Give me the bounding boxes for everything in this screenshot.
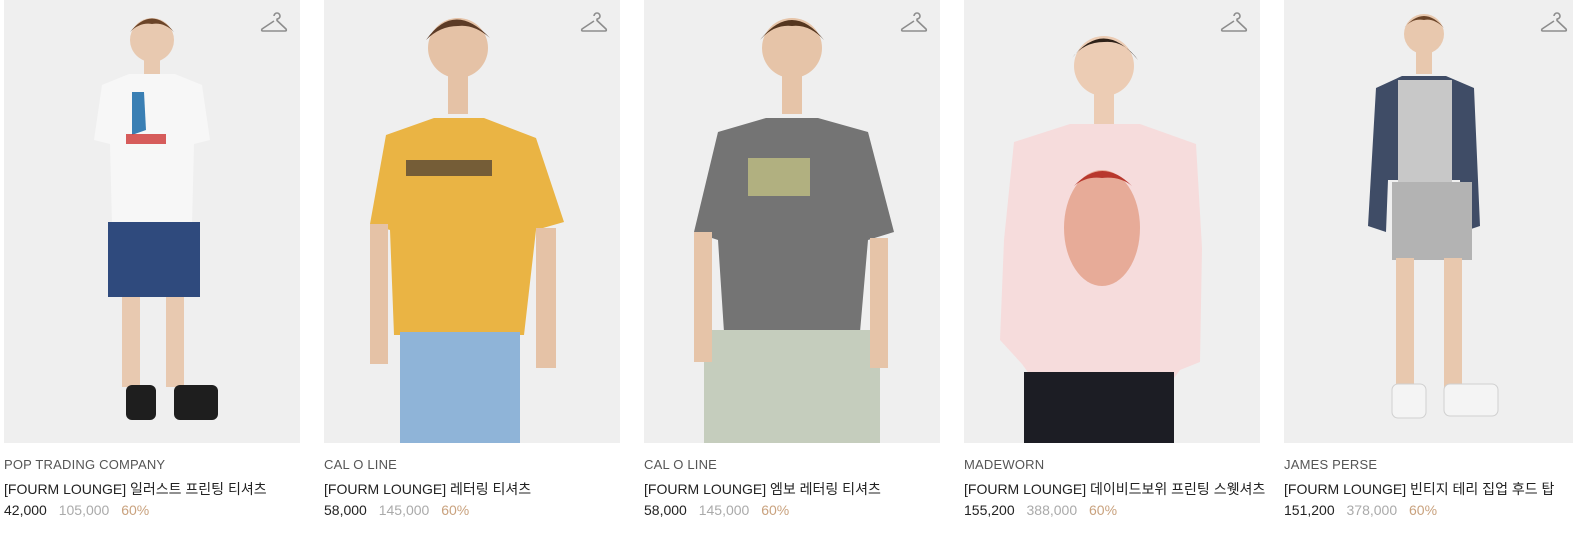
product-title[interactable]: [FOURM LOUNGE] 빈티지 테리 집업 후드 탑 [1284,479,1554,499]
hanger-icon[interactable] [260,12,288,36]
original-price: 145,000 [378,502,430,518]
product-image[interactable] [324,0,620,443]
product-card[interactable]: MADEWORN [FOURM LOUNGE] 데이비드보위 프린팅 스웻셔츠 … [964,0,1265,534]
product-brand: CAL O LINE [644,457,718,472]
product-brand: JAMES PERSE [1284,457,1378,472]
hanger-icon[interactable] [1220,12,1248,36]
product-brand: MADEWORN [964,457,1045,472]
original-price: 388,000 [1026,502,1078,518]
sale-price: 155,200 [964,502,1015,518]
product-brand: CAL O LINE [324,457,398,472]
original-price: 105,000 [58,502,110,518]
product-title[interactable]: [FOURM LOUNGE] 데이비드보위 프린팅 스웻셔츠 [964,479,1265,499]
price-row: 58,000 145,000 60% [644,502,789,518]
sale-price: 58,000 [324,502,367,518]
sale-price: 42,000 [4,502,47,518]
price-row: 151,200 378,000 60% [1284,502,1437,518]
product-photo [324,0,620,443]
hanger-icon[interactable] [580,12,608,36]
product-brand: POP TRADING COMPANY [4,457,166,472]
discount-rate: 60% [441,502,470,518]
original-price: 378,000 [1346,502,1398,518]
price-row: 58,000 145,000 60% [324,502,469,518]
product-photo [964,0,1260,443]
original-price: 145,000 [698,502,750,518]
product-image[interactable] [4,0,300,443]
product-card[interactable]: JAMES PERSE [FOURM LOUNGE] 빈티지 테리 집업 후드 … [1284,0,1573,534]
price-row: 155,200 388,000 60% [964,502,1117,518]
discount-rate: 60% [761,502,790,518]
product-title[interactable]: [FOURM LOUNGE] 레터링 티셔츠 [324,479,531,499]
sale-price: 151,200 [1284,502,1335,518]
hanger-icon[interactable] [1540,12,1568,36]
product-image[interactable] [964,0,1260,443]
product-image[interactable] [1284,0,1573,443]
discount-rate: 60% [1089,502,1118,518]
sale-price: 58,000 [644,502,687,518]
product-grid: POP TRADING COMPANY [FOURM LOUNGE] 일러스트 … [0,0,1573,534]
product-photo [1284,0,1573,443]
product-title[interactable]: [FOURM LOUNGE] 엠보 레터링 티셔츠 [644,479,881,499]
product-card[interactable]: CAL O LINE [FOURM LOUNGE] 엠보 레터링 티셔츠 58,… [644,0,940,534]
discount-rate: 60% [1409,502,1438,518]
product-title[interactable]: [FOURM LOUNGE] 일러스트 프린팅 티셔츠 [4,479,267,499]
hanger-icon[interactable] [900,12,928,36]
product-image[interactable] [644,0,940,443]
discount-rate: 60% [121,502,150,518]
product-card[interactable]: POP TRADING COMPANY [FOURM LOUNGE] 일러스트 … [4,0,300,534]
price-row: 42,000 105,000 60% [4,502,149,518]
product-photo [644,0,940,443]
product-card[interactable]: CAL O LINE [FOURM LOUNGE] 레터링 티셔츠 58,000… [324,0,620,534]
product-photo [4,0,300,443]
